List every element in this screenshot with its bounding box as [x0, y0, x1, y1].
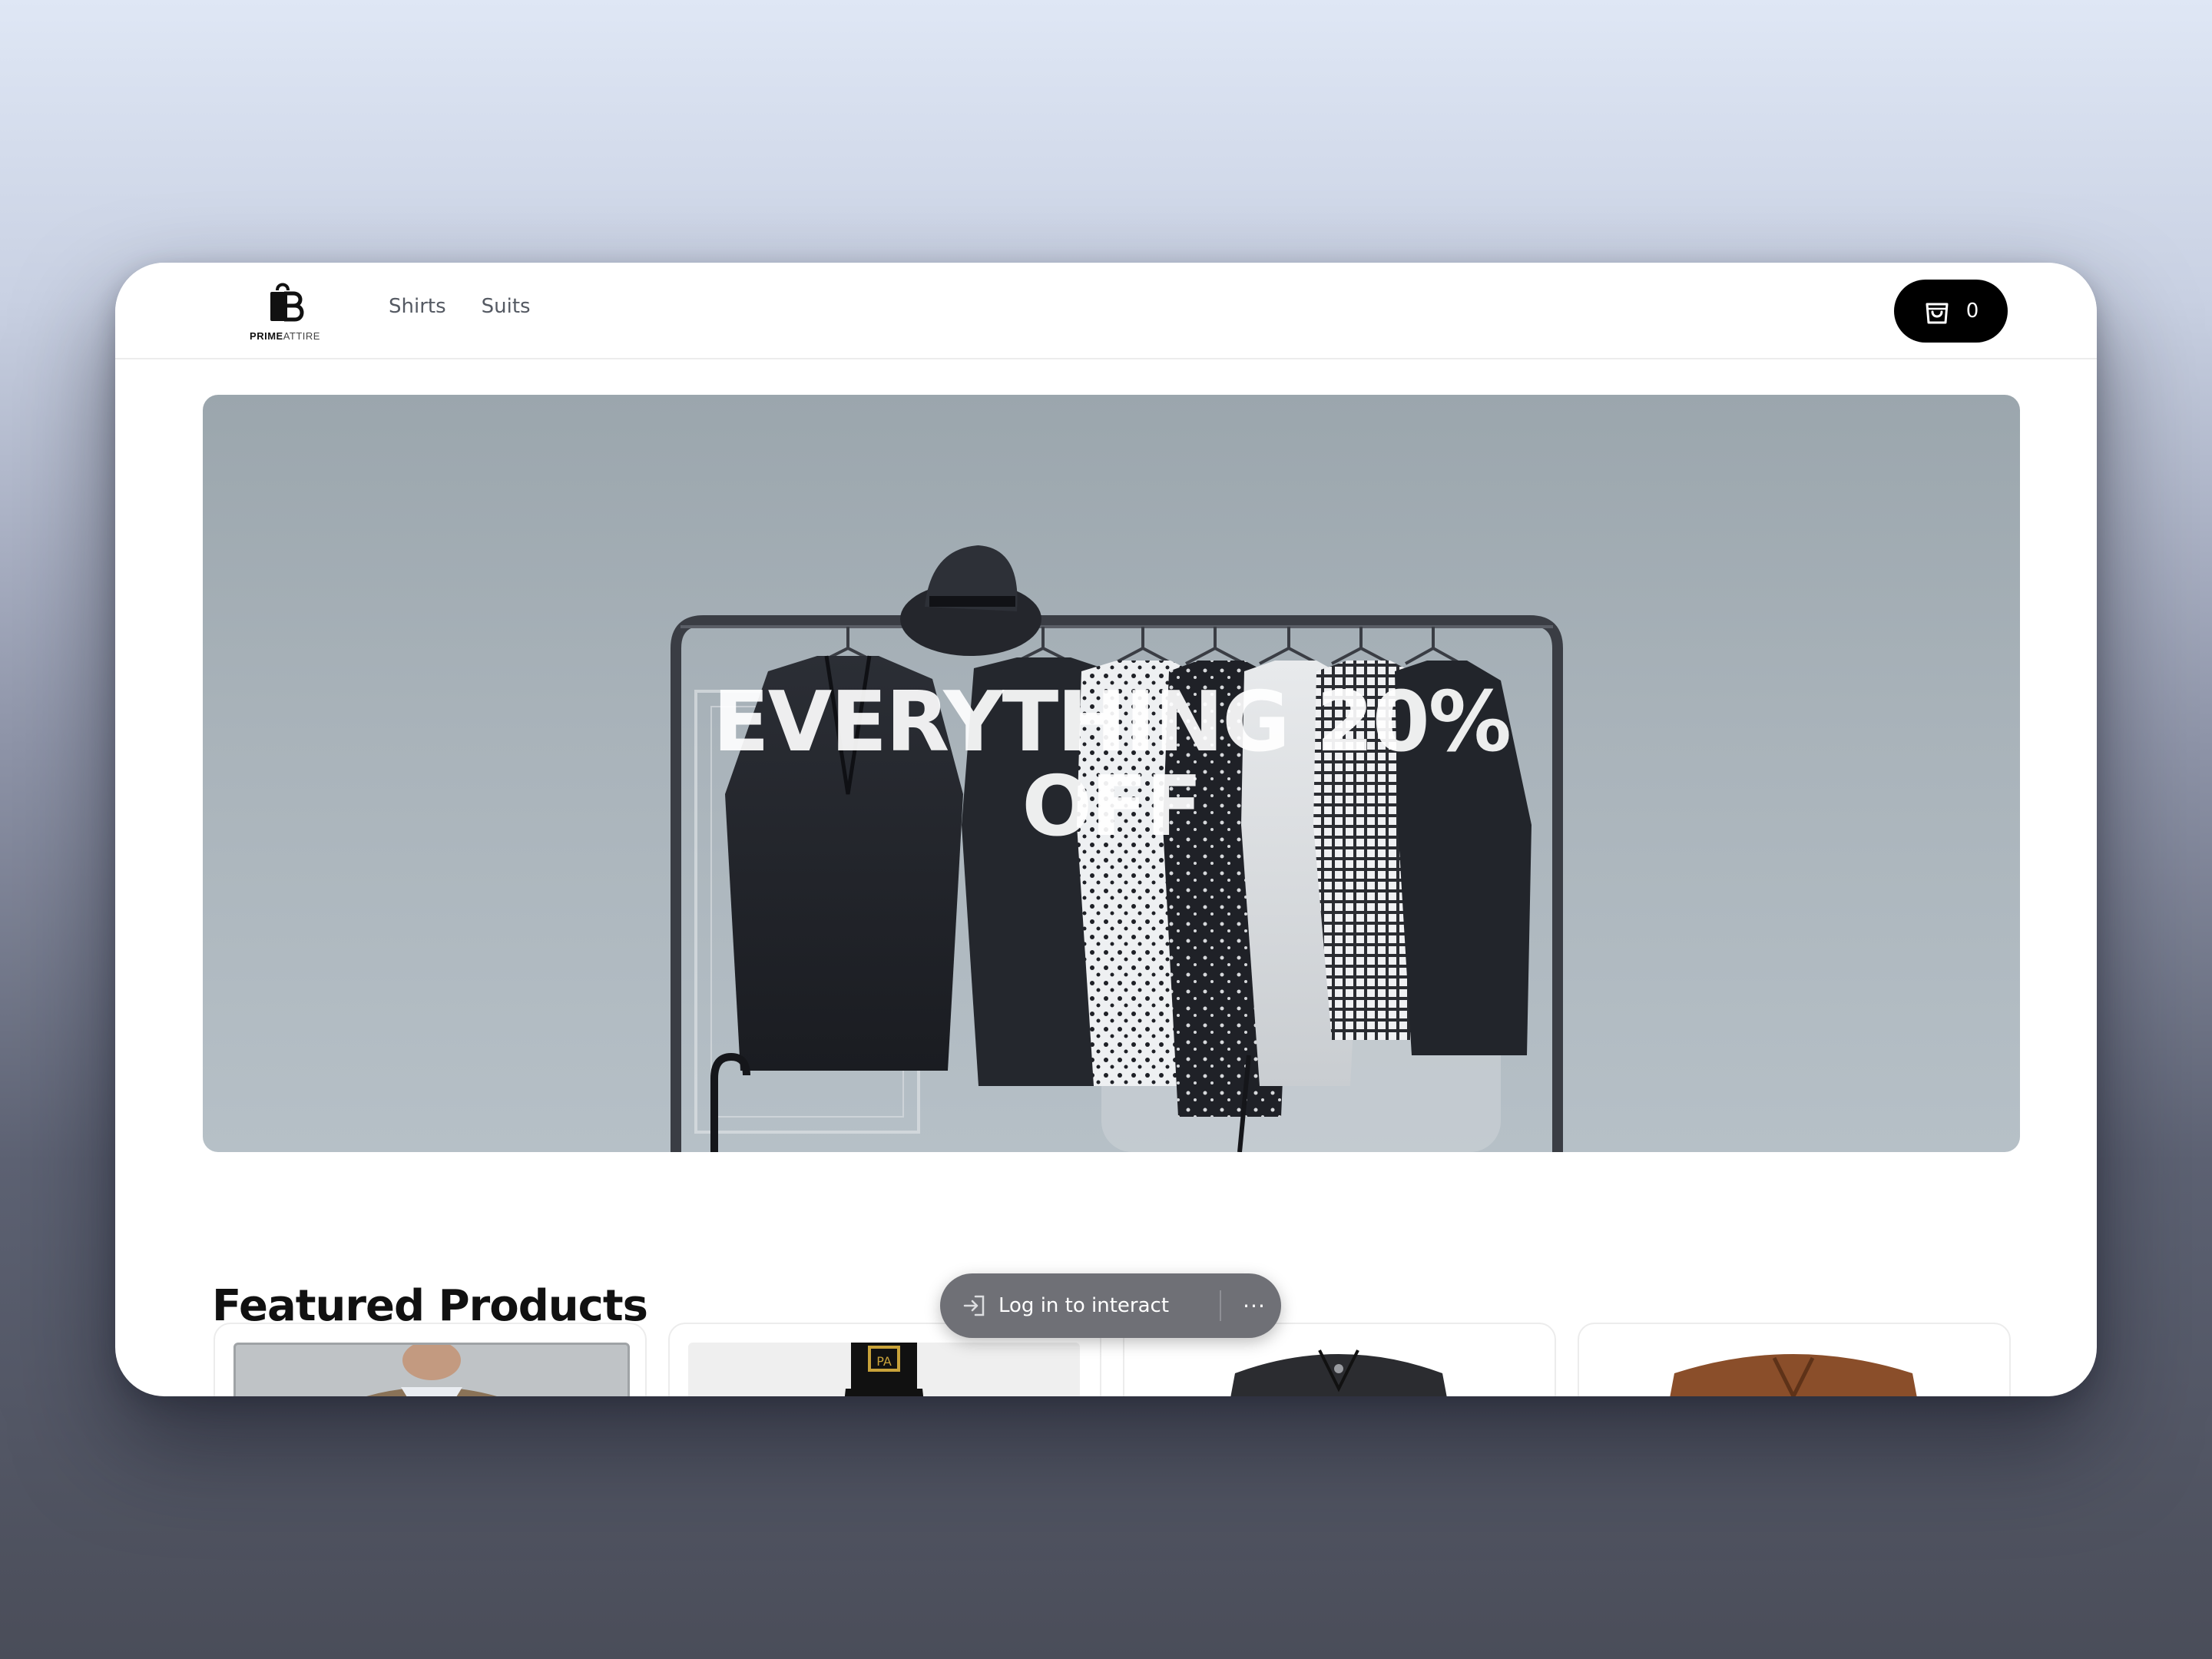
login-overlay-bar: Log in to interact ··· [940, 1273, 1281, 1338]
brand-logo[interactable]: PRIMEATTIRE [243, 280, 327, 349]
pill-divider [1220, 1290, 1221, 1321]
cart-button[interactable]: 0 [1894, 280, 2008, 343]
svg-text:PA: PA [876, 1354, 892, 1369]
hero-headline-line1: EVERYTHING 20% [713, 674, 1512, 770]
nav-item-shirts[interactable]: Shirts [389, 295, 446, 318]
product-image: PA [688, 1343, 1080, 1396]
brand-name: PRIMEATTIRE [250, 330, 320, 342]
more-options-button[interactable]: ··· [1237, 1286, 1272, 1326]
product-card[interactable] [214, 1323, 647, 1396]
shopping-bag-icon [1926, 303, 1949, 324]
product-image [233, 1343, 630, 1396]
shopping-bag-logo-icon [270, 283, 304, 322]
cart-count: 0 [1965, 300, 1979, 323]
hero-banner[interactable]: EVERYTHING 20% OFF [203, 395, 2020, 1152]
site-header: PRIMEATTIRE Shirts Suits 0 [115, 263, 2097, 359]
product-card[interactable] [1578, 1323, 2011, 1396]
product-image [1143, 1343, 1535, 1396]
hero-headline-line2: OFF [1022, 759, 1202, 855]
hero-headline: EVERYTHING 20% OFF [203, 680, 2020, 849]
login-arrow-icon [963, 1295, 985, 1316]
nav-item-suits[interactable]: Suits [482, 295, 531, 318]
main-nav: Shirts Suits [389, 295, 531, 318]
browser-window: PRIMEATTIRE Shirts Suits 0 EVERYTHING 20… [115, 263, 2097, 1396]
login-to-interact-button[interactable]: Log in to interact [998, 1294, 1169, 1317]
product-image [1598, 1343, 1989, 1396]
